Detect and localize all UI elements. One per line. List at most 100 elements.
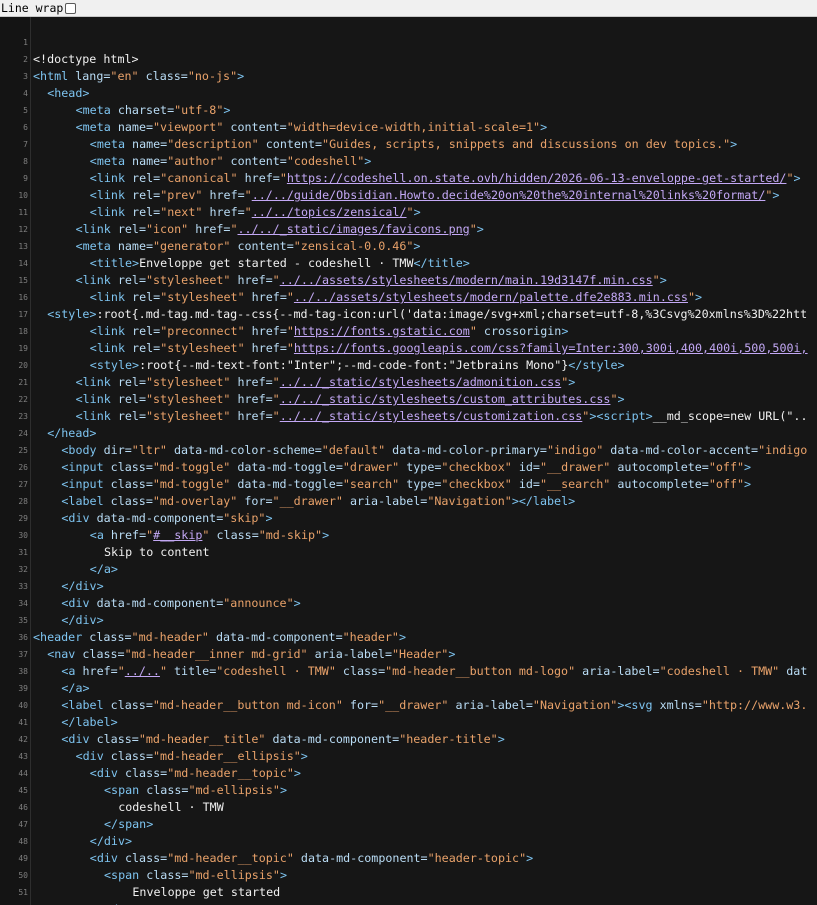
code-token: data-md-toggle= xyxy=(230,460,343,474)
code-token: > xyxy=(293,766,301,780)
code-line: <link rel="canonical" href="https://code… xyxy=(33,170,801,187)
code-token: "header-title" xyxy=(399,732,498,746)
code-token: ></label> xyxy=(511,494,576,508)
line-number: 43 xyxy=(18,752,28,761)
code-token: "description" xyxy=(167,137,259,151)
code-token: <style> xyxy=(89,358,140,372)
code-token: href= xyxy=(188,222,231,236)
code-link[interactable]: https://codeshell.on.state.ovh/hidden/20… xyxy=(287,171,787,185)
toolbar: Line wrap xyxy=(0,0,817,17)
code-token: <link xyxy=(89,324,133,338)
code-token: > xyxy=(744,460,752,474)
code-token: aria-label= xyxy=(575,664,660,678)
code-token: <div xyxy=(89,851,125,865)
code-token: "codeshell" xyxy=(286,154,365,168)
code-token: "icon" xyxy=(145,222,189,236)
code-line: </a> xyxy=(33,561,118,578)
line-number: 51 xyxy=(18,888,28,897)
code-line: <link rel="stylesheet" href="../../asset… xyxy=(33,289,702,306)
code-area[interactable]: <!doctype html> <html lang="en" class="no… xyxy=(31,17,817,905)
code-line: <input class="md-toggle" data-md-toggle=… xyxy=(33,476,751,493)
code-token: <title> xyxy=(89,256,140,270)
code-token: <style> xyxy=(47,307,97,321)
code-token: "next" xyxy=(160,205,203,219)
code-token: " xyxy=(279,171,287,185)
code-token: "canonical" xyxy=(160,171,238,185)
code-line: <a href="#__skip" class="md-skip"> xyxy=(33,527,329,544)
line-number: 47 xyxy=(18,820,28,829)
code-token: </head> xyxy=(47,426,97,440)
code-token: content= xyxy=(223,154,287,168)
code-line: <link rel="prev" href="../../guide/Obsid… xyxy=(33,187,780,204)
source-view[interactable]: 1 2 3 4 5 6 7 8 9 10 11 12 13 14 15 16 17 18 19 20 21 22 23 24 2… xyxy=(0,17,817,905)
code-token: " xyxy=(244,188,252,202)
code-token: <link xyxy=(75,375,118,389)
code-link[interactable]: ../.. xyxy=(125,664,160,678)
code-token: > xyxy=(279,783,287,797)
code-token: > xyxy=(793,171,801,185)
code-link[interactable]: #__skip xyxy=(153,528,202,542)
code-token: <link xyxy=(89,290,133,304)
code-token: rel= xyxy=(117,222,146,236)
code-line: <link rel="stylesheet" href="../../asset… xyxy=(33,272,667,289)
line-wrap-checkbox[interactable] xyxy=(65,2,77,14)
code-link[interactable]: ../../topics/zensical/ xyxy=(252,205,407,219)
line-number: 29 xyxy=(18,514,28,523)
code-link[interactable]: ../../_static/stylesheets/customization.… xyxy=(280,409,583,423)
code-token: > xyxy=(237,69,245,83)
code-token: class= xyxy=(124,766,168,780)
code-token: rel= xyxy=(132,290,161,304)
code-token: </style> xyxy=(568,358,625,372)
code-token: "viewport" xyxy=(153,120,224,134)
code-line: <meta charset="utf-8"> xyxy=(33,102,231,119)
code-token: > xyxy=(744,477,752,491)
code-line: <meta name="description" content="Guides… xyxy=(33,136,737,153)
line-number: 17 xyxy=(18,310,28,319)
line-number: 22 xyxy=(18,395,28,404)
line-number: 30 xyxy=(18,531,28,540)
code-token: ><script> xyxy=(589,409,653,423)
line-number: 45 xyxy=(18,786,28,795)
code-token: <!doctype html> xyxy=(33,52,139,66)
code-token: "__drawer" xyxy=(539,460,611,474)
code-token: > xyxy=(772,188,780,202)
code-link[interactable]: ../../guide/Obsidian.Howto.decide%20on%2… xyxy=(252,188,766,202)
code-link[interactable]: ../../_static/stylesheets/custom_attribu… xyxy=(280,392,611,406)
line-number: 46 xyxy=(18,803,28,812)
line-number: 39 xyxy=(18,684,28,693)
code-token: "checkbox" xyxy=(441,477,512,491)
code-token: "default" xyxy=(321,443,386,457)
line-number: 19 xyxy=(18,344,28,353)
code-line: </span> xyxy=(33,816,153,833)
code-token: name= xyxy=(117,120,154,134)
line-number: 42 xyxy=(18,735,28,744)
code-link[interactable]: ../../_static/images/favicons.png xyxy=(238,222,470,236)
code-link[interactable]: ../../_static/stylesheets/admonition.css xyxy=(280,375,561,389)
code-token: "drawer" xyxy=(342,460,400,474)
code-line: <label class="md-overlay" for="__drawer"… xyxy=(33,493,575,510)
line-number-gutter: 1 2 3 4 5 6 7 8 9 10 11 12 13 14 15 16 17 18 19 20 21 22 23 24 2… xyxy=(0,17,31,905)
code-link[interactable]: https://fonts.googleapis.com/css?family=… xyxy=(294,341,808,355)
code-link[interactable]: https://fonts.gstatic.com xyxy=(294,324,470,338)
code-token: > xyxy=(568,375,576,389)
code-token: <meta xyxy=(89,154,133,168)
code-line: </span> xyxy=(33,901,153,905)
code-line: <link rel="stylesheet" href="../../_stat… xyxy=(33,408,808,425)
code-token: " xyxy=(469,324,477,338)
code-link[interactable]: ../../assets/stylesheets/modern/palette.… xyxy=(294,290,688,304)
code-token: rel= xyxy=(132,324,161,338)
code-token: ><svg xyxy=(617,698,660,712)
line-number: 50 xyxy=(18,871,28,880)
code-token: class= xyxy=(209,528,259,542)
code-token: "search" xyxy=(342,477,400,491)
code-token: autocomplete= xyxy=(610,460,709,474)
code-token: <nav xyxy=(47,647,83,661)
line-number: 13 xyxy=(18,242,28,251)
code-token: > xyxy=(497,732,505,746)
code-token: :root{--md-text-font:"Inter";--md-code-f… xyxy=(139,358,569,372)
code-link[interactable]: ../../assets/stylesheets/modern/main.19d… xyxy=(280,273,653,287)
code-token: Enveloppe get started xyxy=(132,885,281,899)
code-token: "stylesheet" xyxy=(160,341,245,355)
code-token: content= xyxy=(258,137,323,151)
code-token: name= xyxy=(132,154,168,168)
